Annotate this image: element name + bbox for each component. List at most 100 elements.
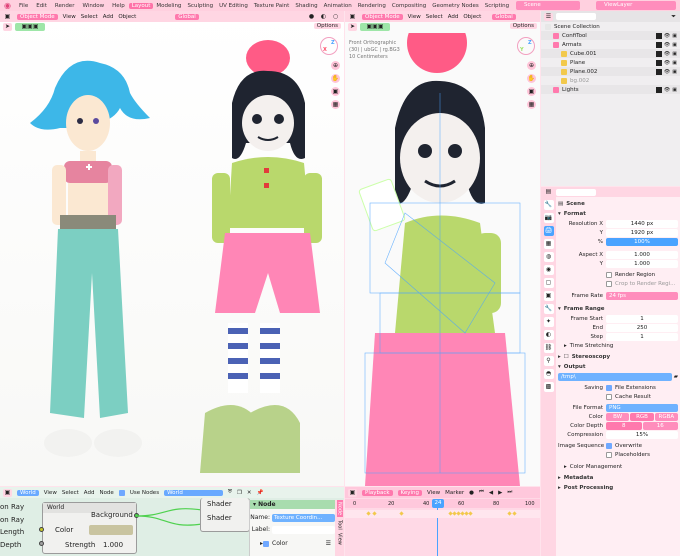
particles-tab-icon[interactable]: ✦: [543, 317, 554, 327]
world-selector[interactable]: World: [164, 489, 223, 496]
folder-icon[interactable]: ▰: [674, 374, 678, 380]
eye-icon[interactable]: 👁: [664, 87, 670, 93]
scene-selector[interactable]: Scene: [516, 1, 580, 10]
camera-icon[interactable]: ▣: [672, 42, 677, 48]
camera-icon[interactable]: ▣: [672, 51, 677, 57]
tab-uv-editing[interactable]: UV Editing: [216, 3, 251, 9]
texture-tab-icon[interactable]: ▩: [543, 382, 554, 392]
background-color-swatch[interactable]: [89, 525, 133, 535]
menu-view[interactable]: View: [63, 14, 76, 20]
placeholders-checkbox[interactable]: [606, 451, 612, 458]
cursor-tool-icon[interactable]: ➤: [348, 23, 357, 31]
depth-16-button[interactable]: 16: [642, 421, 678, 430]
shader-node-editor[interactable]: ▣ World View Select Add Node Use Nodes W…: [0, 487, 344, 556]
menu-object[interactable]: Object: [118, 14, 136, 20]
outliner-row[interactable]: Cube.001 👁 ▣: [541, 49, 680, 58]
resolution-percent-field[interactable]: 100%: [606, 237, 678, 246]
collection-tab-icon[interactable]: ▢: [543, 278, 554, 288]
eye-icon[interactable]: 👁: [664, 33, 670, 39]
properties-type-icon[interactable]: ▤: [544, 188, 553, 196]
frame-end-field[interactable]: 250: [606, 323, 678, 332]
camera-icon[interactable]: ▣: [672, 60, 677, 66]
list-icon[interactable]: ☰: [326, 540, 335, 547]
menu-add[interactable]: Add: [84, 490, 95, 496]
options-button[interactable]: Options: [313, 23, 341, 29]
menu-add[interactable]: Add: [103, 14, 114, 20]
solid-shading-icon[interactable]: ●: [307, 12, 316, 21]
include-checkbox[interactable]: [655, 41, 662, 48]
strength-input-socket[interactable]: [39, 541, 44, 546]
outliner-row[interactable]: Lights 👁 ▣: [541, 85, 680, 94]
pin-icon[interactable]: 📌: [257, 490, 264, 496]
select-mode-icons[interactable]: ▣▣▣: [15, 23, 45, 31]
include-checkbox[interactable]: [655, 59, 662, 66]
node-name-field[interactable]: Texture Coordin...: [272, 513, 335, 522]
frame-rate-dropdown[interactable]: 24 fps: [606, 291, 678, 300]
output-path-field[interactable]: /tmp\: [558, 372, 672, 381]
camera-icon[interactable]: ▣: [672, 33, 677, 39]
world-tab-icon[interactable]: ◉: [543, 265, 554, 275]
aspect-x-field[interactable]: 1.000: [606, 250, 678, 259]
color-rgb-button[interactable]: RGB: [630, 412, 654, 421]
play-icon[interactable]: ▶: [498, 490, 502, 496]
tool-tab-icon[interactable]: 🔧: [543, 200, 554, 210]
include-checkbox[interactable]: [655, 86, 662, 93]
world-type-dropdown[interactable]: World: [17, 489, 39, 496]
color-bw-button[interactable]: BW: [606, 412, 630, 421]
color-management-subpanel[interactable]: ▸ Color Management: [558, 462, 678, 471]
shield-icon[interactable]: ⛨: [228, 489, 232, 496]
cache-result-checkbox[interactable]: [606, 393, 612, 400]
filter-icon[interactable]: ⏷: [671, 13, 680, 21]
tab-geometry-nodes[interactable]: Geometry Nodes: [429, 3, 481, 9]
outliner-row[interactable]: Armats 👁 ▣: [541, 40, 680, 49]
menu-add[interactable]: Add: [448, 14, 459, 20]
tab-shading[interactable]: Shading: [292, 3, 320, 9]
modifier-tab-icon[interactable]: 🔧: [543, 304, 554, 314]
mode-selector[interactable]: Object Mode: [17, 13, 58, 20]
menu-node[interactable]: Node: [99, 490, 113, 496]
eye-icon[interactable]: 👁: [664, 60, 670, 66]
world-output-node[interactable]: Shader Shader: [200, 498, 250, 532]
copy-icon[interactable]: ❐: [237, 490, 242, 496]
options-button[interactable]: Options: [509, 23, 537, 29]
use-nodes-checkbox[interactable]: [118, 489, 125, 496]
frame-step-field[interactable]: 1: [606, 332, 678, 341]
menu-object[interactable]: Object: [463, 14, 481, 20]
menu-marker[interactable]: Marker: [445, 490, 464, 496]
menu-window[interactable]: Window: [78, 3, 108, 9]
metadata-panel-header[interactable]: ▸ Metadata: [558, 473, 678, 483]
tab-layout[interactable]: Layout: [128, 2, 154, 9]
scene-tab-icon[interactable]: ◍: [543, 252, 554, 262]
color-rgba-button[interactable]: RGBA: [654, 412, 678, 421]
physics-tab-icon[interactable]: ◐: [543, 330, 554, 340]
viewport-camera[interactable]: ▣ Object Mode View Select Add Object Glo…: [345, 11, 540, 486]
jump-start-icon[interactable]: ⏮: [479, 489, 484, 496]
color-checkbox[interactable]: [263, 540, 270, 547]
render-shading-icon[interactable]: ○: [331, 12, 340, 21]
node-panel-header[interactable]: ▾ Node: [250, 500, 335, 509]
resolution-y-field[interactable]: 1920 px: [606, 228, 678, 237]
color-input-socket[interactable]: [39, 527, 44, 532]
menu-file[interactable]: File: [15, 3, 32, 9]
select-mode-icons[interactable]: ▣▣▣: [360, 23, 390, 31]
viewport-left[interactable]: ▣ Object Mode View Select Add Object Glo…: [0, 11, 344, 486]
camera-icon[interactable]: ▣: [672, 87, 677, 93]
menu-view[interactable]: View: [427, 490, 440, 496]
cursor-tool-icon[interactable]: ➤: [3, 23, 12, 31]
next-key-icon[interactable]: ⏭: [507, 489, 512, 496]
tab-compositing[interactable]: Compositing: [389, 3, 429, 9]
eye-icon[interactable]: 👁: [664, 69, 670, 75]
outliner-search-input[interactable]: [556, 13, 596, 20]
file-format-dropdown[interactable]: PNG: [606, 403, 678, 412]
compression-slider[interactable]: 15%: [606, 430, 678, 439]
format-panel-header[interactable]: ▾ Format: [558, 209, 678, 219]
background-node[interactable]: World Background Color Strength 1.000: [42, 502, 137, 554]
editor-type-icon[interactable]: ▣: [3, 12, 12, 21]
outliner-row[interactable]: bg.002: [541, 76, 680, 85]
orientation-selector[interactable]: Global: [175, 13, 199, 20]
editor-type-icon[interactable]: ▣: [3, 488, 12, 497]
orientation-selector[interactable]: Global: [492, 13, 516, 20]
outliner-row[interactable]: Plane 👁 ▣: [541, 58, 680, 67]
strength-value[interactable]: 1.000: [103, 541, 123, 549]
playback-menu[interactable]: Playback: [362, 489, 393, 496]
